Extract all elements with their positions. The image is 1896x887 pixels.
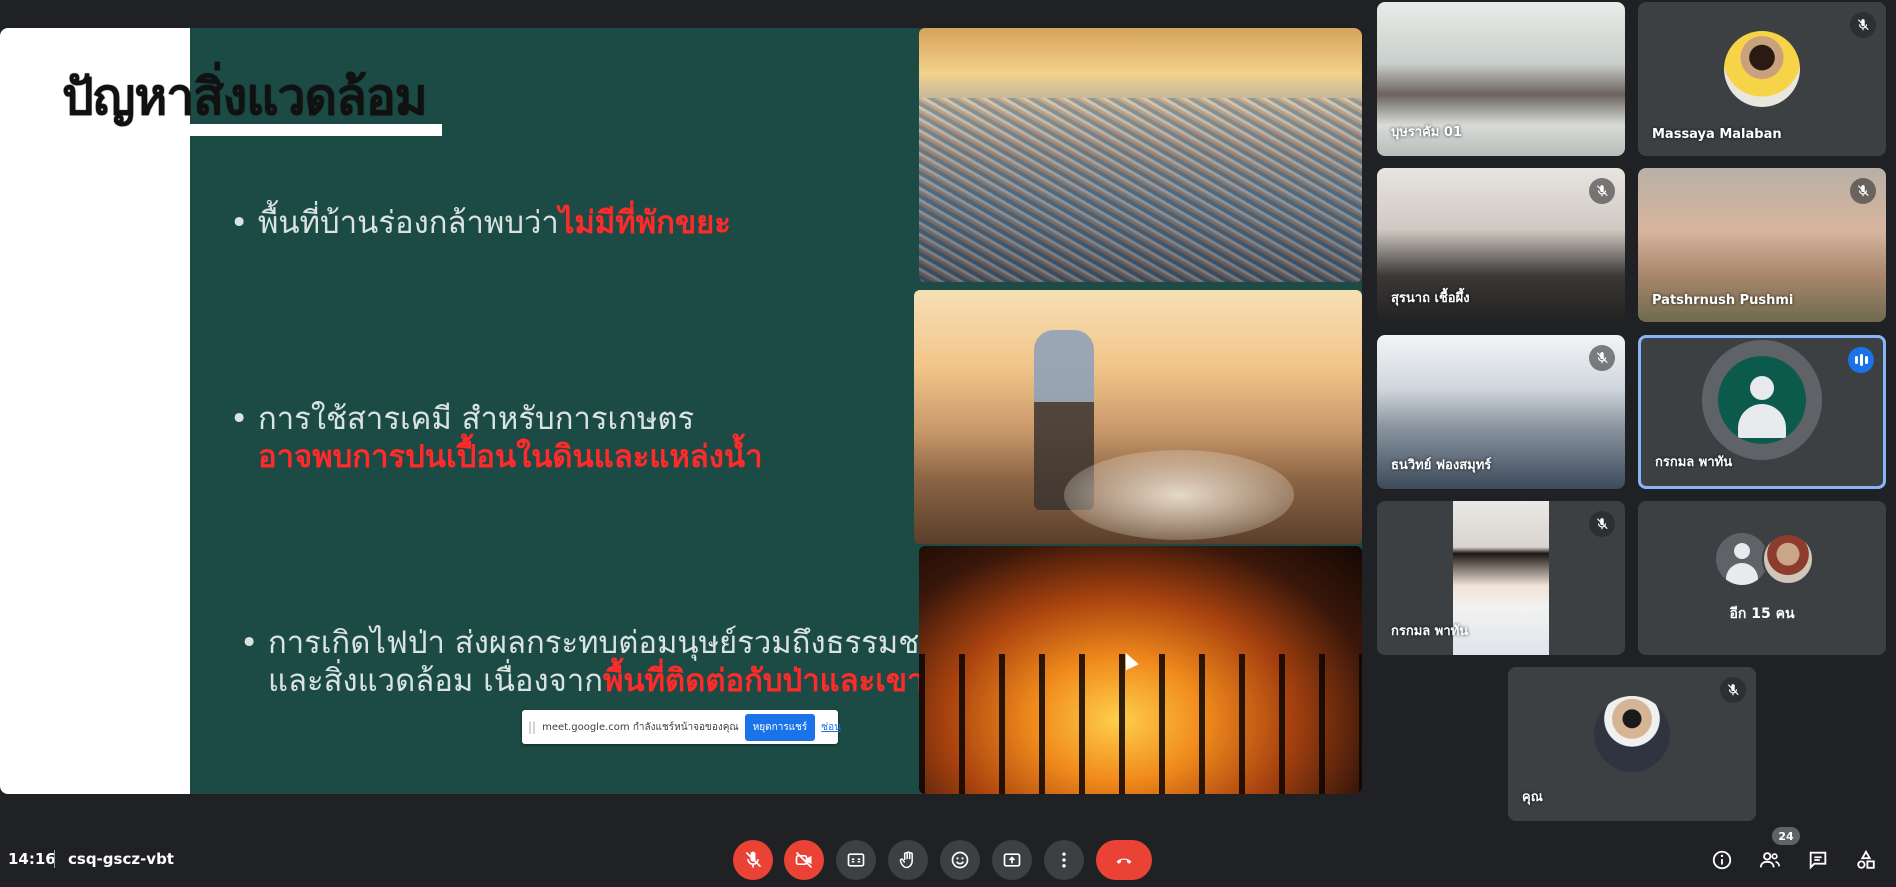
bullet-text: พื้นที่บ้านร่องกล้าพบว่า (258, 205, 559, 241)
participant-tile[interactable]: ธนวิทย์ ฟองสมุทร์ (1377, 335, 1625, 489)
captions-button[interactable] (836, 840, 876, 880)
hang-up-icon (1116, 858, 1132, 864)
more-icon (1062, 852, 1066, 868)
leave-call-button[interactable] (1096, 840, 1152, 880)
present-icon (1003, 853, 1021, 867)
speaking-indicator-icon (1848, 347, 1874, 373)
participant-name: Massaya Malaban (1652, 127, 1782, 142)
participant-name: กรกมล พาทัน (1655, 455, 1733, 470)
participant-tile[interactable]: Patshrnush Pushmi (1638, 168, 1886, 322)
present-now-button[interactable] (992, 840, 1032, 880)
avatar (1762, 533, 1814, 585)
raise-hand-icon (899, 851, 913, 869)
forest-fire-photo (919, 546, 1362, 794)
slide-white-panel (0, 28, 190, 794)
slide-bullet-1: • พื้นที่บ้านร่องกล้าพบว่าไม่มีที่พักขยะ (230, 204, 731, 242)
bullet-dot: • (230, 401, 249, 437)
farmer-spraying-photo (914, 290, 1362, 544)
participant-tile[interactable]: สุรนาถ เชื้อผึ้ง (1377, 168, 1625, 322)
participant-tile-active-speaker[interactable]: กรกมล พาทัน (1638, 335, 1886, 489)
bullet-highlight: พื้นที่ติดต่อกับป่าและเขา (603, 663, 925, 699)
participant-name: กรกมล พาทัน (1391, 624, 1469, 639)
participant-name: บุษราคัม 01 (1391, 125, 1462, 140)
avatar (1594, 696, 1670, 772)
drag-handle-icon[interactable]: || (528, 720, 536, 734)
participant-tile[interactable]: บุษราคัม 01 (1377, 2, 1625, 156)
bullet-text: การเกิดไฟป่า ส่งผลกระทบต่อมนุษย์รวมถึงธร… (268, 625, 957, 661)
slide-bullet-2: • การใช้สารเคมี สำหรับการเกษตร อาจพบการป… (230, 400, 763, 476)
chat-icon (1809, 851, 1827, 870)
screen-share-banner: || meet.google.com กำลังแชร์หน้าจอของคุณ… (522, 710, 841, 744)
camera-toggle-button[interactable] (784, 840, 824, 880)
participant-name: Patshrnush Pushmi (1652, 293, 1794, 308)
plastic-waste-photo (919, 28, 1362, 282)
mic-muted-icon (1850, 12, 1876, 38)
reactions-button[interactable] (940, 840, 980, 880)
avatar-head (1750, 376, 1774, 400)
activities-button[interactable] (1852, 846, 1880, 874)
meet-window: ปัญหาสิ่งแวดล้อม • พื้นที่บ้านร่องกล้าพบ… (0, 0, 1896, 887)
others-avatars (1638, 533, 1886, 589)
divider (54, 850, 55, 868)
raise-hand-button[interactable] (888, 840, 928, 880)
bottom-control-bar: 14:16 csq-gscz-vbt (0, 834, 1896, 884)
more-options-button[interactable] (1044, 840, 1084, 880)
info-icon (1712, 850, 1732, 870)
mic-off-icon (745, 851, 762, 868)
camera-off-icon (795, 851, 813, 869)
others-count-label: อีก 15 คน (1729, 606, 1795, 622)
slide-title-underline (190, 124, 442, 136)
self-tile[interactable]: คุณ (1508, 667, 1756, 821)
participant-name: ธนวิทย์ ฟองสมุทร์ (1391, 458, 1492, 473)
share-message: meet.google.com กำลังแชร์หน้าจอของคุณ (542, 721, 739, 733)
captions-icon (847, 853, 865, 867)
avatar (1718, 356, 1806, 444)
bullet-highlight: ไม่มีที่พักขยะ (558, 205, 731, 241)
avatar (1716, 533, 1768, 585)
participant-name: สุรนาถ เชื้อผึ้ง (1391, 291, 1470, 306)
mic-muted-icon (1589, 178, 1615, 204)
participant-tile[interactable]: กรกมล พาทัน (1377, 501, 1625, 655)
avatar-body (1738, 404, 1786, 438)
participant-name: คุณ (1522, 790, 1543, 805)
bullet-dot: • (240, 625, 259, 661)
slide-bullet-3: • การเกิดไฟป่า ส่งผลกระทบต่อมนุษย์รวมถึง… (240, 624, 957, 700)
meeting-details-button[interactable] (1708, 846, 1736, 874)
bullet-dot: • (230, 205, 249, 241)
shared-screen: ปัญหาสิ่งแวดล้อม • พื้นที่บ้านร่องกล้าพบ… (0, 28, 1362, 794)
participant-tile[interactable]: Massaya Malaban (1638, 2, 1886, 156)
avatar (1724, 31, 1800, 107)
meeting-code: csq-gscz-vbt (68, 850, 174, 868)
mic-muted-icon (1589, 345, 1615, 371)
hide-banner-link[interactable]: ซ่อน (821, 720, 841, 735)
emoji-icon (951, 851, 969, 869)
people-button[interactable] (1756, 846, 1784, 874)
bullet-highlight: อาจพบการปนเปื้อนในดินและแหล่งน้ำ (258, 439, 763, 475)
mic-muted-icon (1850, 178, 1876, 204)
spray-cloud (1064, 450, 1294, 540)
bullet-text: การใช้สารเคมี สำหรับการเกษตร (258, 401, 695, 437)
mic-muted-icon (1589, 511, 1615, 537)
chat-button[interactable] (1804, 846, 1832, 874)
people-icon (1759, 852, 1780, 868)
tree-silhouettes (919, 654, 1362, 794)
stop-sharing-button[interactable]: หยุดการแชร์ (744, 713, 816, 741)
bullet-text-line2: และสิ่งแวดล้อม เนื่องจาก (268, 663, 603, 699)
others-tile[interactable]: อีก 15 คน (1638, 501, 1886, 655)
people-count-badge: 24 (1772, 827, 1800, 845)
mic-toggle-button[interactable] (733, 840, 773, 880)
meeting-clock: 14:16 (8, 850, 56, 868)
activities-icon (1857, 849, 1875, 869)
mic-muted-icon (1720, 677, 1746, 703)
